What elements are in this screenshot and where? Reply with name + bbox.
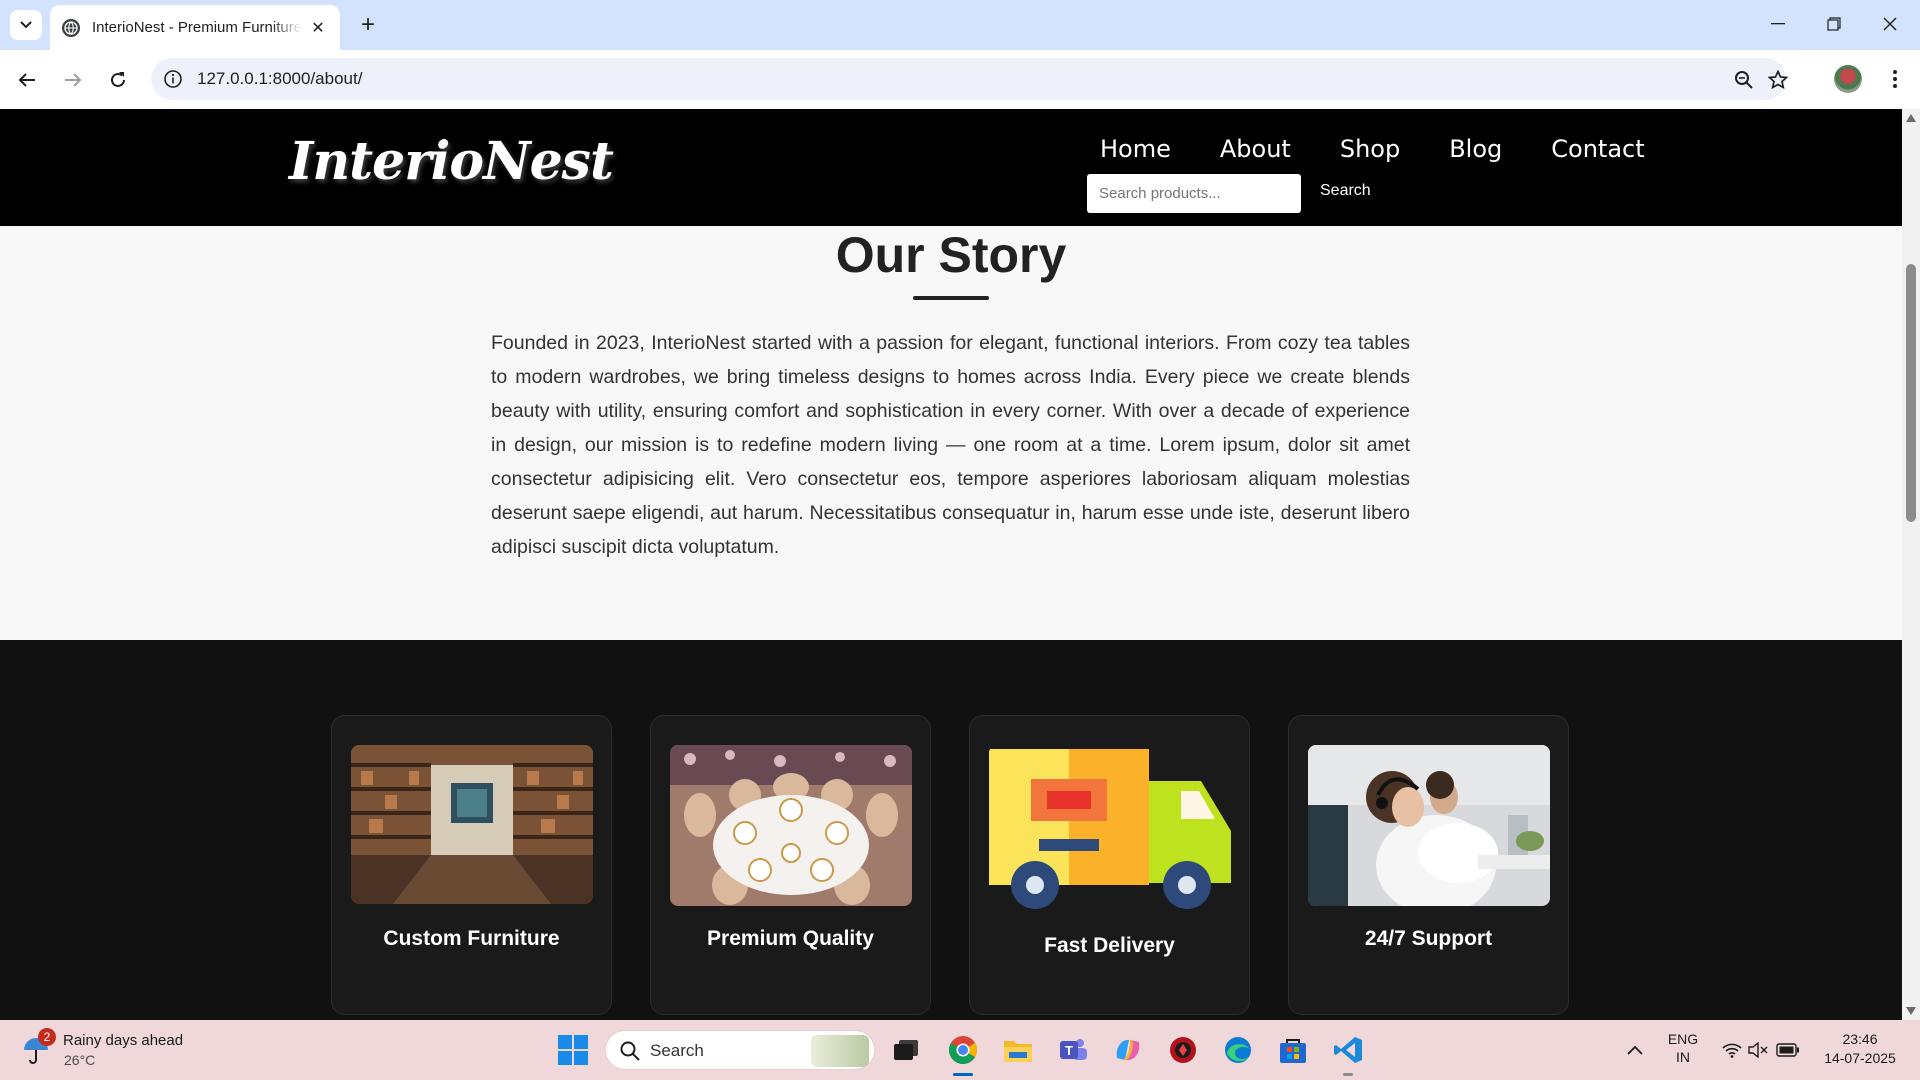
weather-title: Rainy days ahead [63, 1032, 184, 1049]
forward-button[interactable] [55, 62, 91, 98]
task-view-icon[interactable] [889, 1033, 923, 1067]
taskbar: 2 Rainy days ahead 26°C Search T ENG IN … [0, 1020, 1920, 1080]
story-text: Founded in 2023, InterioNest started wit… [491, 332, 1410, 558]
chevron-down-icon [20, 21, 32, 29]
features-section: Custom Furniture Premium Quality Fast De… [0, 640, 1902, 1020]
tray-overflow-button[interactable] [1620, 1020, 1650, 1080]
taskbar-search-label: Search [650, 1041, 704, 1060]
tab-search-button[interactable] [10, 10, 42, 40]
nav-home[interactable]: Home [1100, 135, 1171, 163]
teams-icon[interactable]: T [1056, 1033, 1090, 1067]
edge-icon[interactable] [1221, 1033, 1255, 1067]
reload-icon [111, 72, 125, 87]
page-scrollbar[interactable] [1902, 109, 1920, 1020]
microsoft-store-icon[interactable] [1276, 1033, 1310, 1067]
chevron-up-icon [1627, 1045, 1643, 1055]
browser-tab[interactable]: InterioNest - Premium Furniture ✕ [50, 5, 340, 50]
feature-label: Custom Furniture [383, 927, 560, 950]
url-text: 127.0.0.1:8000/about/ [197, 69, 363, 88]
start-button[interactable] [554, 1031, 592, 1069]
profile-avatar[interactable] [1834, 65, 1862, 93]
arrow-left-icon [18, 73, 35, 87]
heading-underline [913, 296, 989, 300]
bookmark-star-icon[interactable] [1765, 67, 1791, 93]
feature-label: Premium Quality [707, 927, 874, 950]
nav-blog[interactable]: Blog [1449, 135, 1502, 163]
shelves-showroom-image [351, 745, 593, 904]
search-highlight-image [811, 1035, 869, 1067]
weather-widget[interactable]: 2 Rainy days ahead 26°C [22, 1028, 232, 1072]
copilot-icon[interactable] [1111, 1033, 1145, 1067]
clock-time: 23:46 [1842, 1031, 1878, 1047]
nav-shop[interactable]: Shop [1340, 135, 1400, 163]
site-header: InterioNest Home About Shop Blog Contact… [0, 109, 1902, 226]
language-indicator[interactable]: ENG IN [1660, 1020, 1706, 1080]
lang-code: ENG [1667, 1031, 1699, 1047]
feature-label: 24/7 Support [1364, 927, 1493, 950]
delivery-truck-icon [989, 745, 1231, 915]
reload-button[interactable] [100, 62, 136, 98]
more-vertical-icon [1893, 70, 1897, 88]
browser-tab-bar: InterioNest - Premium Furniture ✕ + [0, 0, 1920, 50]
taskbar-search[interactable]: Search [605, 1030, 875, 1070]
vscode-icon[interactable] [1331, 1033, 1365, 1067]
browser-menu-button[interactable] [1880, 64, 1910, 94]
site-logo[interactable]: InterioNest [289, 131, 614, 192]
weather-temp: 26°C [64, 1052, 96, 1068]
feature-label: Fast Delivery [1044, 934, 1175, 957]
nav-about[interactable]: About [1220, 135, 1291, 163]
svg-text:T: T [1065, 1043, 1073, 1058]
chrome-active-indicator [953, 1073, 973, 1076]
tab-title: InterioNest - Premium Furniture [92, 19, 302, 36]
browser-toolbar: 127.0.0.1:8000/about/ [0, 50, 1920, 109]
quick-settings[interactable] [1716, 1020, 1806, 1080]
zoom-icon[interactable] [1731, 67, 1757, 93]
tab-close-icon[interactable]: ✕ [308, 18, 328, 38]
globe-icon [62, 18, 80, 37]
main-nav: Home About Shop Blog Contact [1100, 135, 1645, 163]
battery-icon [1776, 1043, 1799, 1057]
clock-date: 14-07-2025 [1824, 1050, 1896, 1066]
feature-card-support: 24/7 Support [1288, 715, 1569, 1015]
arrow-right-icon [65, 73, 82, 87]
banquet-table-image [670, 745, 912, 906]
restore-icon [1827, 17, 1841, 31]
scroll-down-icon[interactable] [1906, 1007, 1916, 1015]
scroll-up-icon[interactable] [1906, 114, 1916, 122]
lang-region: IN [1676, 1049, 1690, 1065]
nav-contact[interactable]: Contact [1551, 135, 1644, 163]
wifi-icon [1722, 1043, 1742, 1058]
vscode-running-indicator [1343, 1073, 1353, 1076]
search-button[interactable]: Search [1312, 179, 1379, 203]
chrome-icon[interactable] [946, 1033, 980, 1067]
scrollbar-thumb[interactable] [1906, 264, 1916, 522]
feature-card-custom-furniture: Custom Furniture [331, 715, 612, 1015]
file-explorer-icon[interactable] [1001, 1033, 1035, 1067]
volume-muted-icon [1748, 1042, 1768, 1058]
app-red-icon[interactable] [1166, 1033, 1200, 1067]
our-story-section: Our Story Founded in 2023, InterioNest s… [0, 226, 1902, 640]
feature-card-premium-quality: Premium Quality [650, 715, 931, 1015]
product-search-input[interactable] [1087, 174, 1301, 213]
page-viewport: InterioNest Home About Shop Blog Contact… [0, 109, 1920, 1020]
minimize-icon [1771, 23, 1785, 25]
back-button[interactable] [9, 62, 45, 98]
close-icon [1883, 17, 1897, 31]
windows-logo-icon [558, 1035, 588, 1065]
site-info-icon[interactable] [163, 69, 183, 89]
minimize-button[interactable] [1750, 0, 1806, 48]
clock[interactable]: 23:46 14-07-2025 [1810, 1020, 1910, 1080]
new-tab-button[interactable]: + [352, 10, 384, 40]
feature-card-fast-delivery: Fast Delivery [969, 715, 1250, 1015]
call-center-image [1308, 745, 1550, 906]
search-icon [620, 1041, 640, 1061]
close-window-button[interactable] [1862, 0, 1918, 48]
address-bar[interactable]: 127.0.0.1:8000/about/ [151, 58, 1788, 100]
weather-badge: 2 [38, 1028, 56, 1046]
story-heading: Our Story [835, 227, 1067, 283]
restore-button[interactable] [1806, 0, 1862, 48]
